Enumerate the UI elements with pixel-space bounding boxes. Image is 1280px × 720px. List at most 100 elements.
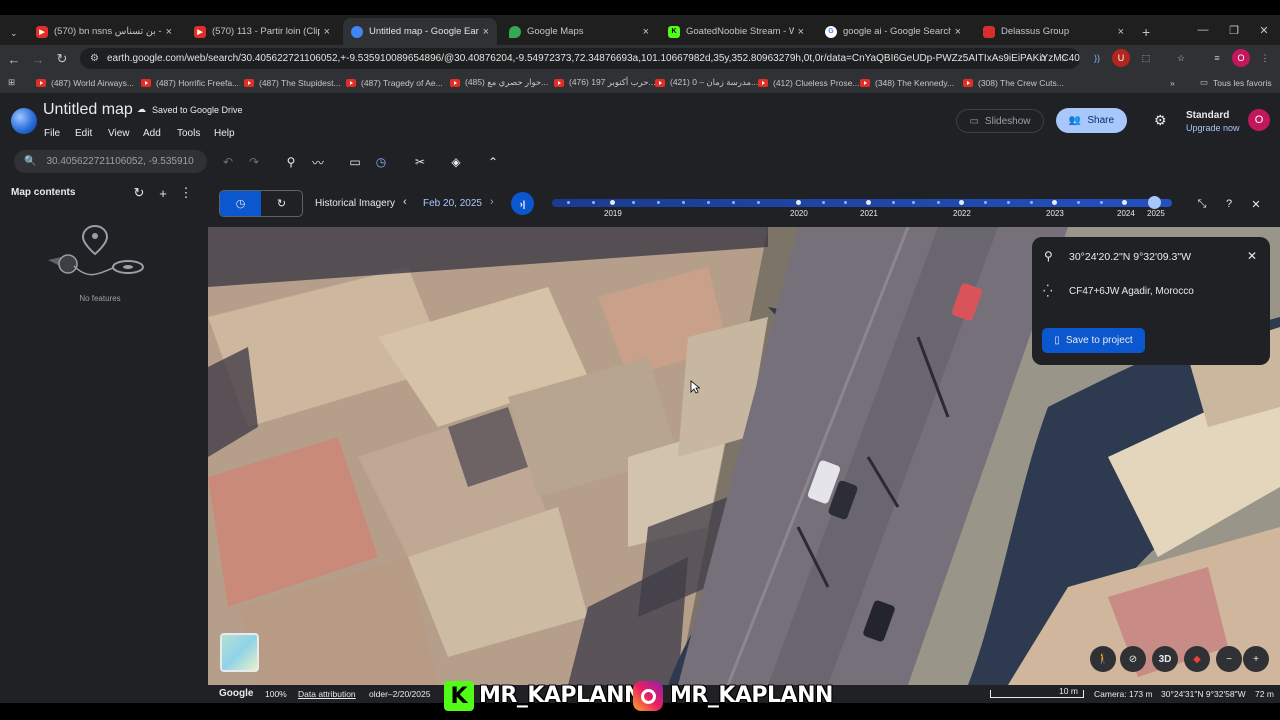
previous-date-icon[interactable]: ‹ [403,196,407,208]
upgrade-link[interactable]: Upgrade now [1186,122,1240,134]
map-style-layers-icon[interactable]: ◈ [446,152,466,172]
tab-google-earth[interactable]: Untitled map - Google Earth × [343,18,497,45]
bookmark-item[interactable]: (485) حوار حصري مع... [450,75,548,90]
menu-tools[interactable]: Tools [177,128,200,139]
profile-avatar-icon[interactable]: O [1232,49,1250,67]
close-icon[interactable]: × [324,26,330,38]
reading-list-icon[interactable]: ☆ [1172,49,1190,67]
extension-shield-icon[interactable]: U [1112,49,1130,67]
browser-menu-icon[interactable]: ⋮ [1256,49,1274,67]
close-icon[interactable]: × [955,26,961,38]
tab-youtube-2[interactable]: ▶ (570) 113 - Partir loin (Clip officiel… [186,18,338,45]
window-close-icon[interactable]: ✕ [1248,15,1280,45]
bookmark-item[interactable]: (412) Clueless Prose... [758,75,859,90]
restore-icon[interactable]: ❐ [1218,15,1250,45]
share-button[interactable]: 👥 Share [1056,108,1127,133]
close-historical-icon[interactable]: ✕ [1248,196,1264,212]
bookmark-item[interactable]: (487) Horrific Freefa... [141,75,239,90]
imagery-timeline-slider[interactable] [552,196,1172,209]
collapse-toolbar-icon[interactable]: ⌃ [483,152,503,172]
bookmark-item[interactable]: (476) حرب أكتوبر 197... [554,75,656,90]
collapse-timeline-icon[interactable]: ⤡ [1194,196,1210,212]
compass-icon[interactable]: ◆ [1184,646,1210,672]
extensions-puzzle-icon[interactable]: ⬚ [1137,49,1155,67]
menu-add[interactable]: Add [143,128,161,139]
3d-toggle-button[interactable]: 3D [1152,646,1178,672]
slideshow-button[interactable]: ▭ Slideshow [956,109,1044,133]
zoom-out-icon[interactable]: − [1216,646,1242,672]
menu-edit[interactable]: Edit [75,128,92,139]
timeline-capture-dot[interactable] [1122,200,1127,205]
menu-file[interactable]: File [44,128,60,139]
timeline-capture-dot[interactable] [796,200,801,205]
bookmark-item[interactable]: (308) The Crew Cuts... [963,75,1064,90]
pegman-street-view-icon[interactable]: 🚶 [1090,646,1116,672]
install-app-icon[interactable]: ⧉ [1034,49,1052,67]
more-options-icon[interactable]: ⋮ [178,185,194,201]
help-icon[interactable]: ? [1221,196,1237,212]
tab-delassus[interactable]: Delassus Group × [975,18,1132,45]
account-avatar[interactable]: O [1248,109,1270,131]
minimize-icon[interactable]: — [1187,15,1219,45]
measure-ruler-icon[interactable]: ▭ [345,152,365,172]
tab-search-button[interactable]: ⌄ [2,20,26,47]
plan-info[interactable]: Standard Upgrade now [1186,110,1240,134]
undo-icon[interactable]: ↶ [218,152,238,172]
add-placemark-icon[interactable]: ⚲ [281,152,301,172]
add-feature-icon[interactable]: + [155,185,171,201]
magic-tools-icon[interactable]: ✂ [410,152,430,172]
all-bookmarks[interactable]: ▭ Tous les favoris [1200,75,1272,90]
save-to-project-button[interactable]: ▯ Save to project [1042,328,1145,353]
bookmark-item[interactable]: (487) The Stupidest... [244,75,341,90]
tab-google-search[interactable]: G google ai - Google Search × [817,18,969,45]
data-attribution-link[interactable]: Data attribution [298,689,356,699]
map-title[interactable]: Untitled map [43,101,133,119]
menu-help[interactable]: Help [214,128,235,139]
timeline-capture-dot[interactable] [1052,200,1057,205]
close-icon[interactable]: × [1118,26,1124,38]
jump-to-latest-icon[interactable]: ›| [511,192,534,215]
apps-grid-icon[interactable]: ⊞ [8,75,15,90]
timeline-capture-dot[interactable] [959,200,964,205]
close-icon[interactable]: × [798,26,804,38]
back-icon[interactable]: ← [3,48,25,70]
close-icon[interactable]: × [483,26,489,38]
imagery-mode-toggle[interactable]: ◷ ↻ [219,190,303,217]
forward-icon[interactable]: → [27,48,49,70]
imagery-date[interactable]: Feb 20, 2025 [423,198,482,209]
address-bar[interactable]: ⚙ earth.google.com/web/search/30.4056227… [80,48,1080,69]
map-style-thumbnail[interactable] [220,633,259,672]
tab-kick-stream[interactable]: K GoatedNoobie Stream - Watch × [660,18,812,45]
site-info-icon[interactable]: ⚙ [90,53,99,64]
tab-youtube-1[interactable]: ▶ (570) bn nsns بن تسناس - YouTube × [28,18,180,45]
more-bookmarks-icon[interactable]: » [1170,75,1175,90]
next-date-icon[interactable]: › [490,196,494,208]
location-off-icon[interactable]: ⊘ [1120,646,1146,672]
google-earth-logo[interactable] [11,108,37,134]
reload-icon[interactable]: ↻ [51,48,73,70]
historical-imagery-icon[interactable]: ◷ [371,152,391,172]
extension-wave-icon[interactable]: )) [1088,49,1106,67]
settings-gear-icon[interactable]: ⚙ [1154,112,1167,129]
media-control-icon[interactable]: ≡ [1208,49,1226,67]
close-icon[interactable]: × [643,26,649,38]
current-mode-icon[interactable]: ↻ [261,191,302,216]
historical-mode-icon[interactable]: ◷ [220,191,261,216]
close-card-icon[interactable]: ✕ [1247,249,1257,263]
redo-icon[interactable]: ↷ [244,152,264,172]
bookmark-item[interactable]: (421) مدرسة زمان – 0... [655,75,758,90]
close-icon[interactable]: × [166,26,172,38]
bookmark-item[interactable]: (487) Tragedy of Ae... [346,75,443,90]
bookmark-star-icon[interactable]: ☆ [1055,49,1073,67]
timeline-capture-dot[interactable] [610,200,615,205]
zoom-in-icon[interactable]: + [1243,646,1269,672]
refresh-icon[interactable]: ↻ [131,185,147,201]
menu-view[interactable]: View [108,128,130,139]
draw-path-icon[interactable]: 〰 [308,152,328,172]
new-tab-button[interactable]: + [1134,18,1156,45]
bookmark-item[interactable]: (487) World Airways... [36,75,134,90]
timeline-handle[interactable] [1148,196,1161,209]
bookmark-item[interactable]: (348) The Kennedy... [860,75,954,90]
search-input[interactable]: 🔍 30.405622721106052, -9.535910 [14,150,207,173]
timeline-capture-dot[interactable] [866,200,871,205]
